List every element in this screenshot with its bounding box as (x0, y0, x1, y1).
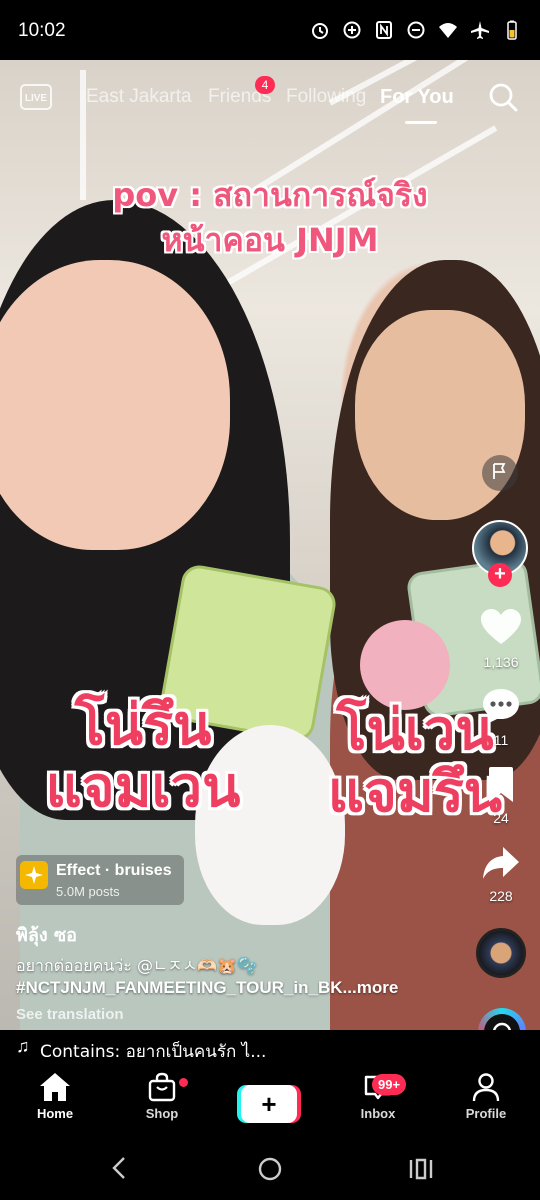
nav-profile[interactable]: Profile (441, 1070, 531, 1121)
recent-apps-icon[interactable] (408, 1157, 434, 1186)
hashtag-link[interactable]: #NCTJNJM_FANMEETING_TOUR_in_BK... (16, 978, 357, 997)
friends-badge: 4 (255, 76, 275, 94)
wifi-icon (438, 20, 458, 40)
alarm-icon (310, 20, 330, 40)
active-tab-indicator (405, 121, 437, 124)
status-icons (310, 20, 522, 40)
share-button[interactable] (478, 842, 524, 888)
comment-button[interactable] (478, 685, 524, 731)
creator-username[interactable]: พิลุ้ง ซอ (16, 920, 77, 949)
tab-east-jakarta[interactable]: East Jakarta (86, 86, 192, 108)
nfc-icon (374, 20, 394, 40)
left-caption: โน่รึน แจมเวน (18, 695, 268, 819)
home-icon (10, 1070, 100, 1104)
see-translation-link[interactable]: See translation (16, 1006, 124, 1023)
share-count: 228 (489, 888, 513, 904)
follow-button[interactable]: + (488, 563, 512, 587)
nav-inbox-label: Inbox (360, 1106, 396, 1121)
status-time: 10:02 (18, 20, 66, 41)
like-count: 1,136 (483, 654, 519, 670)
shopping-bag-icon (117, 1070, 207, 1104)
plus-icon: + (261, 1088, 277, 1119)
comment-icon (481, 687, 521, 730)
home-circle-icon[interactable] (257, 1156, 283, 1187)
heart-icon (481, 608, 521, 650)
sparkle-effect-icon (20, 861, 48, 889)
video-caption-line2: หน้าคอน JNJM (161, 221, 379, 259)
left-caption-line1: โน่รึน (74, 693, 212, 758)
pink-plush (360, 620, 450, 710)
nav-home-label: Home (36, 1106, 74, 1121)
back-icon[interactable] (108, 1156, 130, 1185)
video-caption-line1: pov : สถานการณ์จริง (112, 176, 428, 214)
post-description: อยากต่ออยคนว่ะ @ㄴㅈㅅ🫶🏻🐹🫧 (16, 956, 257, 975)
nav-home[interactable]: Home (10, 1070, 100, 1121)
more-link[interactable]: more (357, 978, 399, 997)
effect-posts: 5.0M posts (56, 884, 120, 899)
battery-icon (502, 20, 522, 40)
music-note-icon: ♫ (16, 1036, 30, 1056)
left-caption-line2: แจมเวน (45, 755, 241, 820)
tab-following[interactable]: Following (286, 86, 366, 108)
do-not-disturb-icon (406, 20, 426, 40)
music-title[interactable]: Contains: อยากเป็นคนรัก ไ... (40, 1038, 266, 1065)
comment-count: 11 (493, 732, 509, 748)
bookmark-count: 24 (493, 810, 509, 826)
music-disc[interactable] (476, 928, 526, 978)
bookmark-icon (486, 766, 516, 809)
post-hashtags: #NCTJNJM_FANMEETING_TOUR_in_BK...more (16, 978, 398, 998)
share-arrow-icon (481, 845, 521, 886)
flag-icon (491, 462, 509, 485)
person-left-face (0, 260, 230, 550)
effect-name: Effect · bruises (56, 862, 172, 879)
profile-icon (441, 1070, 531, 1104)
shop-notification-dot (179, 1078, 188, 1087)
airplane-icon (470, 20, 490, 40)
data-saver-icon (342, 20, 362, 40)
live-icon[interactable]: LIVE (20, 84, 52, 110)
inbox-badge: 99+ (372, 1074, 407, 1095)
nav-shop[interactable]: Shop (117, 1070, 207, 1121)
bookmark-button[interactable] (478, 764, 524, 810)
create-button[interactable]: + (241, 1085, 297, 1123)
report-flag-button[interactable] (482, 455, 518, 491)
nav-profile-label: Profile (465, 1106, 507, 1121)
search-icon[interactable] (488, 82, 518, 112)
tab-for-you[interactable]: For You (380, 86, 454, 109)
like-button[interactable] (478, 606, 524, 652)
nav-shop-label: Shop (145, 1106, 179, 1121)
